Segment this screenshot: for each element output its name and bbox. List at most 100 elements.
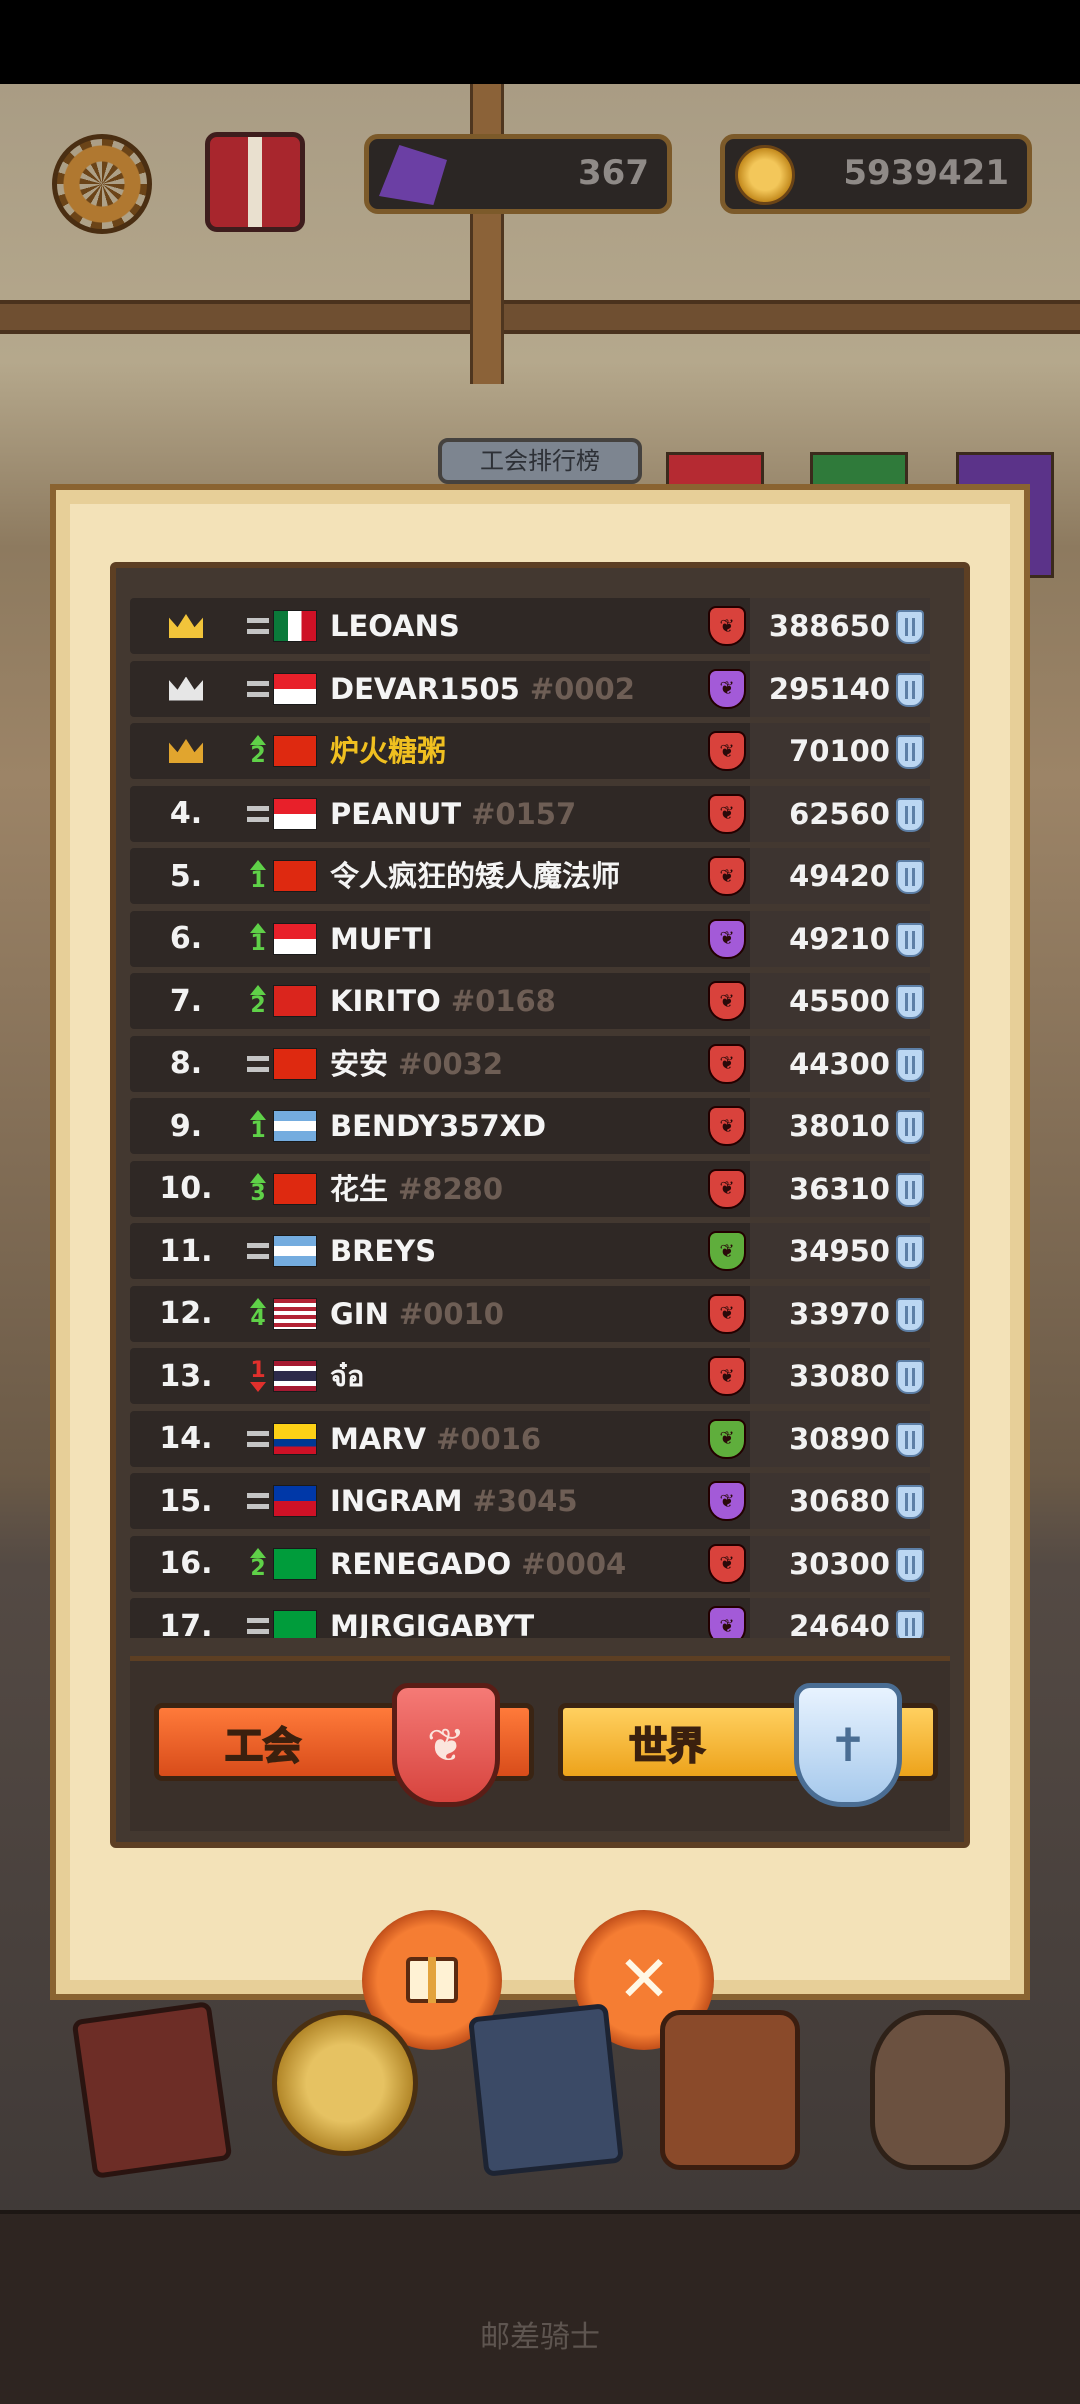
rank-change: 4 [238, 1286, 278, 1342]
bronze-crown-icon [169, 739, 203, 763]
score-value: 49210 [789, 921, 890, 956]
player-tag: #8280 [398, 1171, 504, 1206]
leaderboard-row[interactable]: 16. 2 RENEGADO #0004 ❦ 30300 [130, 1535, 930, 1592]
leaderboard-row[interactable]: 2 炉火糖粥 ❦ 70100 [130, 723, 930, 779]
leaderboard-row[interactable]: 12. 4 GIN #0010 ❦ 33970 [130, 1285, 930, 1342]
gift-icon[interactable] [205, 132, 305, 232]
nav-star-coin-icon[interactable] [272, 2010, 418, 2156]
gold-crown-icon [169, 614, 203, 638]
leaderboard-row[interactable]: LEOANS ❦ 388650 [130, 598, 930, 654]
player-name-text: MUFTI [330, 921, 433, 956]
crown-icon [136, 598, 236, 654]
player-name-text: BENDY357XD [330, 1109, 547, 1143]
philippines-flag-icon [273, 1485, 317, 1517]
leaderboard-row[interactable]: 8. 安安 #0032 ❦ 44300 [130, 1035, 930, 1092]
leaderboard-row[interactable]: 9. 1 BENDY357XD ❦ 38010 [130, 1098, 930, 1154]
player-name-text: RENEGADO [330, 1546, 512, 1581]
leaderboard-row[interactable]: 10. 3 花生 #8280 ❦ 36310 [130, 1160, 930, 1217]
no-change-icon [247, 680, 269, 697]
score-value: 70100 [789, 734, 890, 768]
player-tag: #0002 [529, 671, 635, 706]
nav-cards-icon[interactable] [468, 2003, 624, 2177]
leaderboard-row[interactable]: 4. PEANUT #0157 ❦ 62560 [130, 785, 930, 842]
shield-icon [896, 1297, 924, 1332]
gem-count: 367 [578, 153, 649, 193]
player-name-text: MARV [330, 1421, 427, 1456]
red-guild-emblem-icon: ❦ [708, 1106, 746, 1146]
silver-crown-icon [169, 676, 203, 701]
score-value: 62560 [789, 796, 890, 831]
purple-guild-emblem-icon: ❦ [708, 1481, 746, 1521]
wooden-beam [0, 300, 1080, 334]
wooden-pole [470, 84, 504, 384]
rank-change [238, 1036, 278, 1092]
leaderboard-row[interactable]: 13. 1 จ๋อ ❦ 33080 [130, 1348, 930, 1404]
nav-bag-icon[interactable] [660, 2010, 800, 2170]
player-name-text: จ๋อ [330, 1359, 365, 1393]
red-guild-emblem-icon: ❦ [708, 1543, 746, 1584]
rank-number: 8. [169, 1046, 203, 1081]
rank-change [238, 786, 278, 842]
score-value: 30300 [789, 1546, 890, 1581]
argentina-flag-icon [273, 1110, 317, 1142]
score-value: 295140 [768, 671, 890, 706]
rank-change-value: 3 [250, 1180, 266, 1206]
down-arrow-icon [250, 1382, 266, 1392]
player-name-text: LEOANS [330, 609, 460, 643]
score-value: 36310 [789, 1171, 890, 1206]
leaderboard-board: LEOANS ❦ 388650 DEVAR1505 #0002 ❦ 295140 2 炉火糖粥 ❦… [110, 562, 970, 1848]
nav-book-icon[interactable] [71, 2001, 233, 2179]
leaderboard-row[interactable]: 7. 2 KIRITO #0168 ❦ 45500 [130, 973, 930, 1029]
leaderboard-list[interactable]: LEOANS ❦ 388650 DEVAR1505 #0002 ❦ 295140 2 炉火糖粥 ❦… [130, 598, 950, 1638]
coin-counter: 5939421 [720, 134, 1032, 214]
player-name: MARV #0016 [330, 1411, 541, 1467]
rank-number: 10. [159, 1171, 213, 1206]
leaderboard-row[interactable]: 14. MARV #0016 ❦ 30890 [130, 1410, 930, 1467]
score-value: 33970 [789, 1296, 890, 1331]
rank-change-value: 1 [250, 930, 266, 956]
no-change-icon [247, 1243, 269, 1259]
player-name: MJRGIGABYT [330, 1598, 534, 1638]
nav-loot-sack-icon[interactable] [870, 2010, 1010, 2170]
leaderboard-row[interactable]: 5. 1 令人疯狂的矮人魔法师 ❦ 49420 [130, 848, 930, 904]
shield-icon [896, 735, 924, 769]
player-name-text: KIRITO [330, 984, 441, 1018]
leaderboard-row[interactable]: 11. BREYS ❦ 34950 [130, 1223, 930, 1279]
gem-counter: 367 [364, 134, 672, 214]
rank-change-value: 4 [250, 1305, 266, 1331]
rank-number: 5. [169, 858, 203, 894]
red-guild-emblem-icon: ❦ [708, 1293, 746, 1334]
score-value: 30680 [789, 1484, 890, 1518]
rank-change [238, 661, 278, 717]
china-flag-icon [273, 860, 317, 892]
rank-number: 17. [159, 1608, 213, 1639]
leaderboard-row[interactable]: 17. MJRGIGABYT ❦ 24640 [130, 1598, 930, 1638]
leaderboard-row[interactable]: 6. 1 MUFTI ❦ 49210 [130, 910, 930, 967]
player-name-text: 令人疯狂的矮人魔法师 [330, 859, 621, 893]
green-guild-emblem-icon: ❦ [708, 1231, 746, 1271]
player-name: จ๋อ [330, 1348, 364, 1404]
rank-change [238, 1223, 278, 1279]
player-name: 令人疯狂的矮人魔法师 [330, 848, 620, 904]
player-tag: #0157 [471, 796, 577, 831]
rank-change: 1 [238, 1098, 278, 1154]
rank-change-value: 1 [250, 1358, 266, 1383]
brazil-flag-icon [273, 1610, 317, 1638]
shield-icon [896, 1422, 924, 1457]
mexico-flag-icon [273, 610, 317, 642]
leaderboard-row[interactable]: DEVAR1505 #0002 ❦ 295140 [130, 660, 930, 717]
score-value: 24640 [789, 1609, 890, 1638]
player-name: BREYS [330, 1223, 436, 1279]
player-name: 花生 #8280 [330, 1161, 503, 1217]
player-tag: #0168 [450, 984, 556, 1018]
red-guild-emblem-icon: ❦ [708, 1356, 746, 1396]
leaderboard-row[interactable]: 15. INGRAM #3045 ❦ 30680 [130, 1473, 930, 1529]
china-flag-icon [273, 735, 317, 767]
settings-gear-icon[interactable] [52, 134, 152, 234]
red-guild-emblem-icon: ❦ [708, 731, 746, 771]
rank-change-value: 1 [250, 868, 266, 893]
player-name: BENDY357XD [330, 1098, 546, 1154]
crown-icon [136, 661, 236, 717]
thailand-flag-icon [273, 1360, 317, 1392]
rank-change-value: 2 [250, 993, 266, 1018]
